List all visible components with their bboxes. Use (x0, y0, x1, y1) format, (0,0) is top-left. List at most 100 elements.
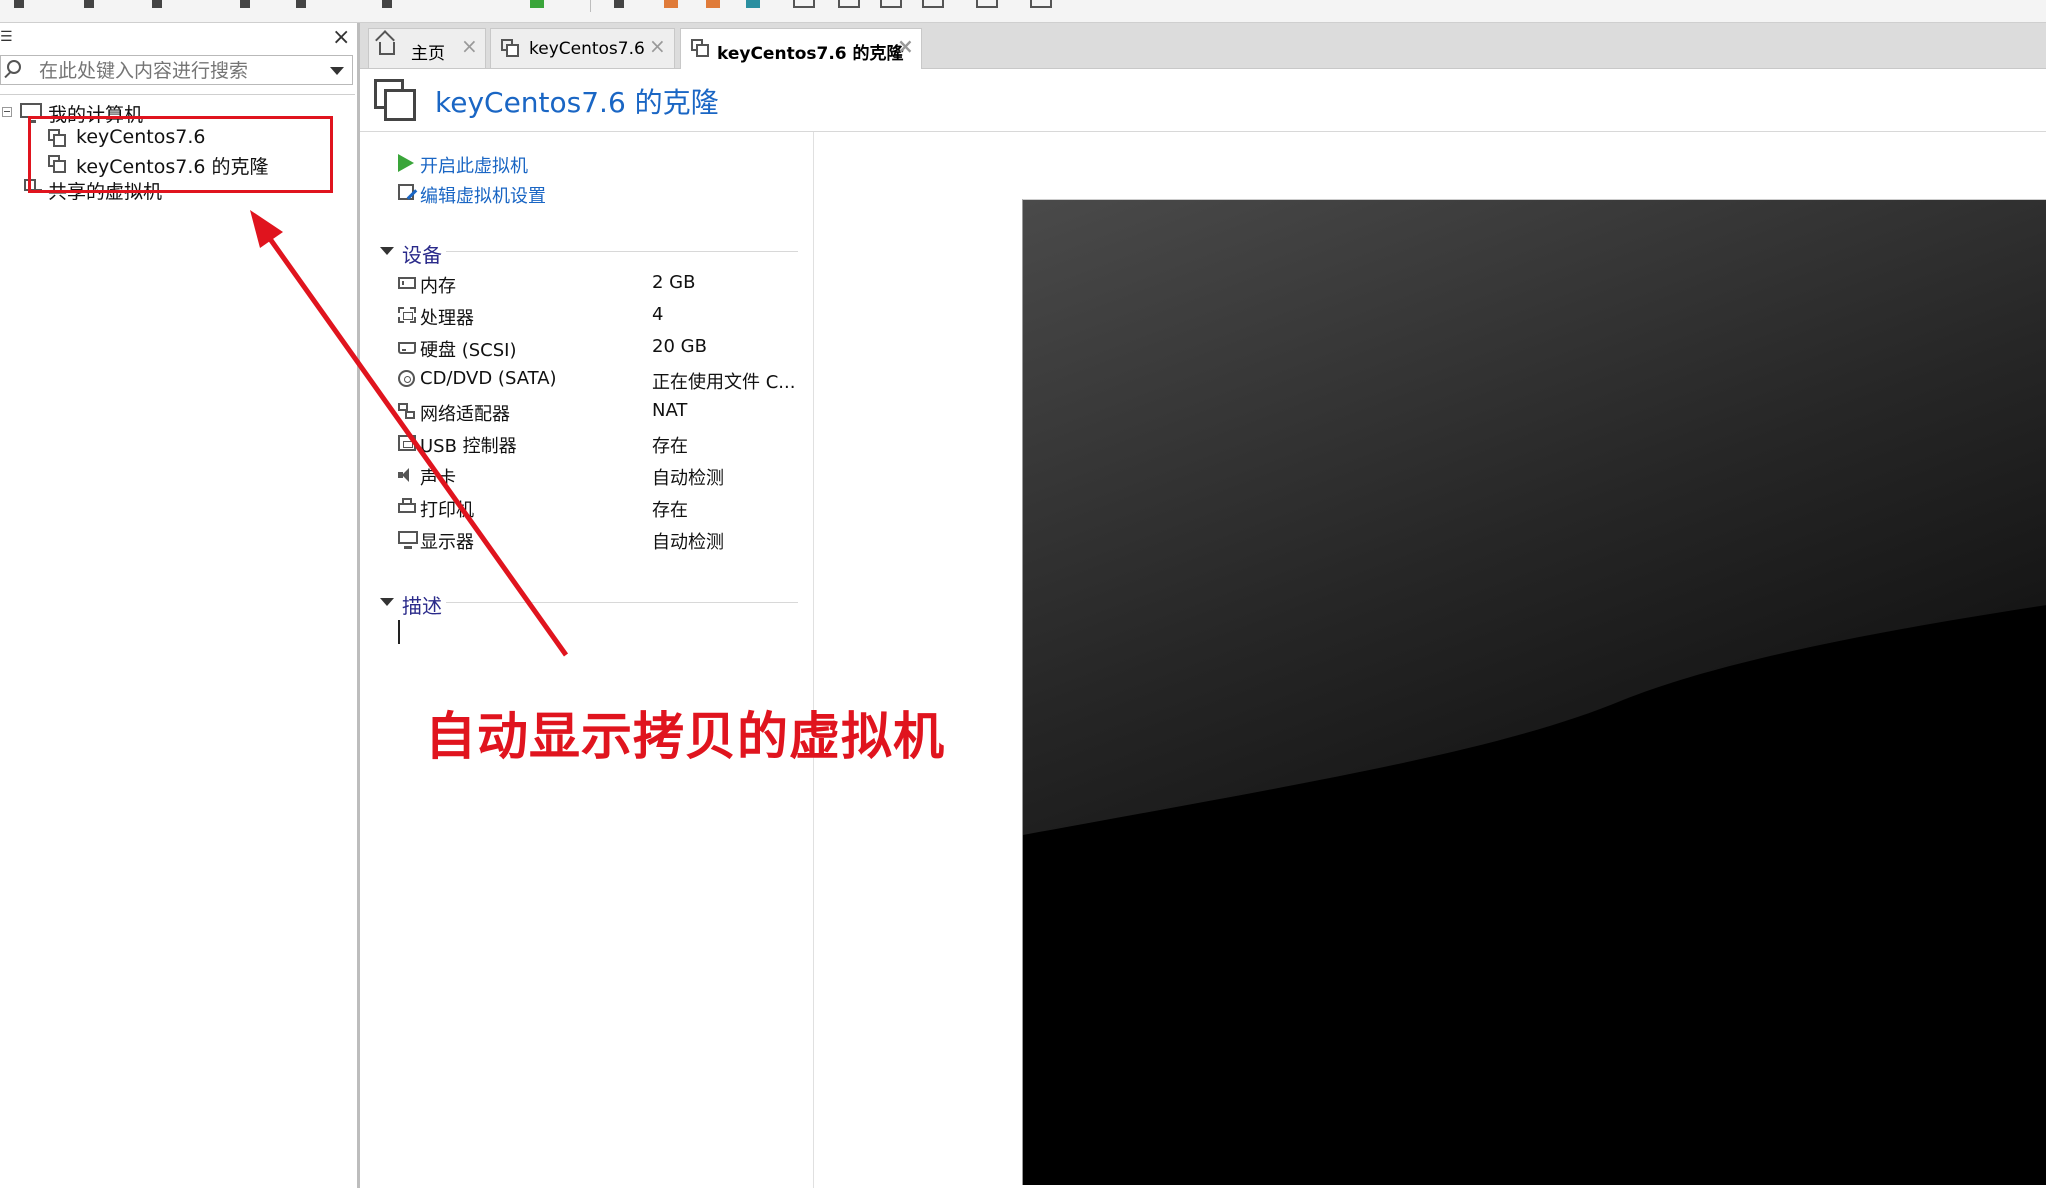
tab-vm[interactable]: keyCentos7.6 × (490, 28, 675, 68)
search-icon (7, 60, 21, 74)
library-menu-icon[interactable]: ☰ (0, 29, 13, 45)
description-section-header[interactable]: 描述 (380, 590, 480, 618)
device-row-printer[interactable]: 打印机 存在 (398, 496, 798, 521)
device-value: 20 GB (652, 336, 707, 357)
edit-settings-icon (398, 184, 414, 200)
snapshot-manager-icon[interactable] (746, 0, 760, 8)
collapse-triangle-icon (380, 247, 394, 255)
network-icon (398, 403, 416, 420)
vm-icon (501, 39, 519, 57)
cd-icon (398, 370, 415, 387)
toolbar-fragment[interactable] (296, 0, 306, 8)
section-title: 设备 (402, 243, 442, 267)
page-title: keyCentos7.6 的克隆 (435, 86, 719, 119)
tree-item-vm[interactable]: keyCentos7.6 (0, 126, 330, 150)
device-row-memory[interactable]: 内存 2 GB (398, 272, 798, 297)
device-value: 自动检测 (652, 468, 724, 489)
vm-icon (48, 129, 66, 147)
devices-section-header[interactable]: 设备 (380, 239, 480, 267)
device-value: 存在 (652, 436, 688, 457)
tab-vm-clone[interactable]: keyCentos7.6 的克隆 × (680, 28, 922, 69)
annotation-caption: 自动显示拷贝的虚拟机 (425, 708, 946, 767)
toolbar-fragment[interactable] (84, 0, 94, 8)
unity-icon[interactable] (922, 0, 944, 8)
search-input[interactable] (37, 58, 321, 84)
tree-item-vm-clone[interactable]: keyCentos7.6 的克隆 (0, 152, 330, 178)
tree-item-label: keyCentos7.6 的克隆 (76, 156, 269, 178)
device-name: 声卡 (420, 468, 456, 489)
play-icon (398, 154, 414, 172)
toolbar-fragment[interactable] (382, 0, 392, 8)
power-on-vm-link[interactable]: 开启此虚拟机 (398, 152, 598, 177)
toolbar-fragment[interactable] (240, 0, 250, 8)
search-dropdown-icon[interactable] (330, 67, 344, 75)
device-name: CD/DVD (SATA) (420, 368, 557, 389)
toolbar-dropdown-icon[interactable] (614, 0, 624, 8)
device-value: 2 GB (652, 272, 696, 293)
edit-vm-settings-link[interactable]: 编辑虚拟机设置 (398, 182, 598, 207)
device-value: 正在使用文件 C... (652, 372, 796, 393)
library-close-icon[interactable]: × (332, 25, 350, 50)
description-text-cursor[interactable] (398, 620, 400, 644)
tab-bar: 主页 × keyCentos7.6 × keyCentos7.6 的克隆 × (360, 23, 2046, 69)
toolbar-fragment[interactable] (14, 0, 24, 8)
device-row-cd-dvd[interactable]: CD/DVD (SATA) 正在使用文件 C... (398, 368, 798, 393)
memory-icon (398, 277, 416, 289)
device-row-usb-controller[interactable]: USB 控制器 存在 (398, 432, 798, 457)
tree-item-shared-vms[interactable]: 共享的虚拟机 (0, 177, 330, 203)
power-on-toolbar-icon[interactable] (530, 0, 544, 8)
action-label: 开启此虚拟机 (420, 156, 528, 177)
section-divider (446, 602, 798, 603)
section-divider (446, 251, 798, 252)
device-value: 4 (652, 304, 664, 325)
printer-icon (398, 498, 416, 513)
usb-icon (398, 435, 416, 451)
shared-vms-icon (24, 179, 42, 197)
device-row-display[interactable]: 显示器 自动检测 (398, 528, 798, 553)
snapshot-icon[interactable] (664, 0, 678, 8)
tree-item-my-computer[interactable]: 我的计算机 (0, 100, 340, 126)
vm-preview-thumbnail[interactable] (1022, 199, 2046, 1185)
tab-home[interactable]: 主页 × (368, 28, 486, 68)
device-name: 网络适配器 (420, 404, 510, 425)
device-row-processor[interactable]: 处理器 4 (398, 304, 798, 329)
collapse-icon[interactable] (2, 107, 12, 117)
action-label: 编辑虚拟机设置 (420, 186, 546, 207)
fullscreen-icon[interactable] (880, 0, 902, 8)
device-row-hard-disk[interactable]: 硬盘 (SCSI) 20 GB (398, 336, 798, 361)
close-tab-icon[interactable]: × (649, 34, 666, 58)
device-name: 硬盘 (SCSI) (420, 340, 517, 361)
tree-item-label: 我的计算机 (48, 104, 144, 126)
device-name: 内存 (420, 276, 456, 297)
device-name: 打印机 (420, 500, 474, 521)
library-view-icon[interactable] (793, 0, 815, 8)
vm-title-bar: keyCentos7.6 的克隆 (360, 69, 2046, 132)
thumbnail-view-icon[interactable] (838, 0, 860, 8)
console-view-icon[interactable] (976, 0, 998, 8)
vm-icon (48, 155, 66, 173)
computer-icon (20, 103, 42, 123)
tree-divider (0, 94, 355, 95)
device-value: NAT (652, 400, 688, 421)
revert-snapshot-icon[interactable] (706, 0, 720, 8)
toolbar-fragment[interactable] (152, 0, 162, 8)
close-tab-icon[interactable]: × (461, 34, 478, 58)
disk-icon (398, 342, 416, 354)
library-search-box[interactable] (0, 55, 353, 85)
library-panel: ☰ × 我的计算机 keyCentos7.6 keyCentos7.6 的克隆 … (0, 23, 360, 1188)
vm-icon (374, 79, 416, 121)
vm-icon (691, 39, 709, 57)
device-row-sound-card[interactable]: 声卡 自动检测 (398, 464, 798, 489)
vm-details-pane: 开启此虚拟机 编辑虚拟机设置 设备 内存 2 GB 处理器 4 硬盘 (SCSI… (360, 132, 814, 1188)
vm-summary-page: keyCentos7.6 的克隆 开启此虚拟机 编辑虚拟机设置 设备 内存 2 … (360, 69, 2046, 1188)
monitor-icon (398, 531, 418, 549)
device-name: USB 控制器 (420, 436, 517, 457)
close-tab-icon[interactable]: × (897, 34, 914, 58)
tab-label: keyCentos7.6 (529, 39, 645, 59)
toolbar-separator (590, 0, 591, 12)
device-name: 显示器 (420, 532, 474, 553)
toolbar (0, 0, 2046, 23)
stretch-guest-icon[interactable] (1030, 0, 1052, 8)
device-row-network-adapter[interactable]: 网络适配器 NAT (398, 400, 798, 425)
tab-label: keyCentos7.6 的克隆 (717, 44, 904, 64)
